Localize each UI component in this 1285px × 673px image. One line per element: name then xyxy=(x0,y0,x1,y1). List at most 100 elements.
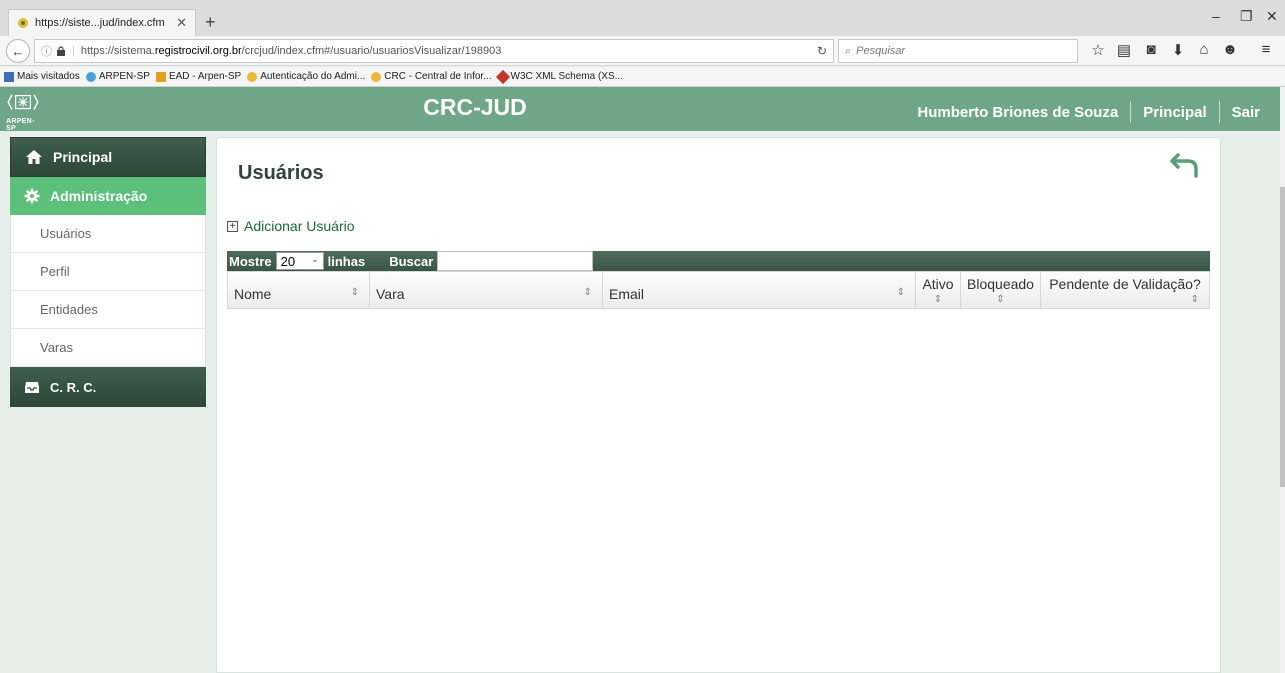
sort-icon: ⇕ xyxy=(996,294,1005,305)
logout-link[interactable]: Sair xyxy=(1232,104,1260,121)
back-arrow-icon[interactable]: ← xyxy=(6,39,30,63)
nav-divider xyxy=(1130,101,1132,123)
home-icon xyxy=(26,150,42,164)
menu-icon[interactable]: ≡ xyxy=(1256,41,1276,58)
page-scrollbar[interactable] xyxy=(1280,87,1285,673)
bookmark-item[interactable]: CRC - Central de Infor... xyxy=(371,71,492,82)
minimize-icon[interactable]: – xyxy=(1212,8,1220,24)
column-label: Pendente de Validação? xyxy=(1049,276,1201,292)
tab-title: https://siste...jud/index.cfm xyxy=(35,17,165,29)
column-header-ativo[interactable]: Ativo ⇕ xyxy=(916,272,961,308)
column-label: Email xyxy=(609,286,645,302)
column-header-nome[interactable]: Nome ⇕ xyxy=(228,272,370,308)
column-label: Vara xyxy=(376,286,405,302)
url-text: https://sistema.registrocivil.org.br/crc… xyxy=(80,45,502,57)
close-window-icon[interactable]: ✕ xyxy=(1266,8,1278,25)
info-icon[interactable]: ⓘ xyxy=(41,43,52,59)
app-header: ARPEN-SP CRC-JUD Humberto Briones de Sou… xyxy=(0,87,1280,132)
bookmark-item[interactable]: Mais visitados xyxy=(4,71,80,82)
chevron-down-icon: ⌄ xyxy=(311,254,319,264)
bookmark-item[interactable]: W3C XML Schema (XS... xyxy=(495,69,623,84)
app-title: CRC-JUD xyxy=(423,94,527,120)
column-label: Ativo xyxy=(922,276,954,292)
sidebar-item-administracao[interactable]: Administração xyxy=(10,177,206,215)
bookmarks-bar: Mais visitados ARPEN-SP EAD - Arpen-SP A… xyxy=(0,67,1285,87)
pocket-icon[interactable]: ◙ xyxy=(1141,41,1161,58)
sort-icon: ⇕ xyxy=(896,287,905,298)
gear-icon xyxy=(24,188,40,204)
column-header-bloqueado[interactable]: Bloqueado ⇕ xyxy=(961,272,1041,308)
column-label: Bloqueado xyxy=(967,276,1034,292)
add-user-label: Adicionar Usuário xyxy=(244,218,355,234)
arpen-logo[interactable]: ARPEN-SP xyxy=(6,91,42,132)
home-link[interactable]: Principal xyxy=(1143,104,1206,121)
sort-icon: ⇕ xyxy=(933,294,943,305)
bookmark-item[interactable]: ARPEN-SP xyxy=(85,71,150,82)
table-header: Nome ⇕ Vara ⇕ Email ⇕ Ativo ⇕ Bloqueado … xyxy=(227,271,1210,309)
bookmark-item[interactable]: EAD - Arpen-SP xyxy=(155,71,241,82)
chat-icon[interactable]: ☻ xyxy=(1220,41,1240,58)
sidebar-item-perfil[interactable]: Perfil xyxy=(10,253,206,291)
bookmark-icon xyxy=(4,71,14,82)
arpen-emblem-icon xyxy=(7,94,39,110)
main-panel: Usuários + Adicionar Usuário Mostre 20 ⌄… xyxy=(216,137,1221,673)
close-tab-icon[interactable]: ✕ xyxy=(176,15,187,31)
search-label: Buscar xyxy=(389,253,434,269)
url-separator: | xyxy=(72,45,75,57)
logo-text: ARPEN-SP xyxy=(6,118,35,132)
new-tab-icon[interactable]: + xyxy=(205,12,216,32)
restore-icon[interactable]: ❐ xyxy=(1240,8,1253,25)
sidebar-item-label: Administração xyxy=(50,188,148,204)
site-favicon xyxy=(18,18,28,28)
search-placeholder: Pesquisar xyxy=(856,45,906,57)
inbox-icon xyxy=(25,382,39,393)
table-search-input[interactable] xyxy=(437,251,594,271)
home-icon[interactable]: ⌂ xyxy=(1194,41,1214,58)
add-user-button[interactable]: + Adicionar Usuário xyxy=(227,218,355,234)
browser-tab-bar: https://siste...jud/index.cfm ✕ + – ❐ ✕ xyxy=(0,0,1285,36)
sidebar-item-varas[interactable]: Varas xyxy=(10,329,206,367)
rows-label: linhas xyxy=(327,253,366,269)
table-toolbar: Mostre 20 ⌄ linhas Buscar xyxy=(227,251,1210,271)
user-nav: Humberto Briones de Souza Principal Sair xyxy=(917,101,1260,123)
user-name-link[interactable]: Humberto Briones de Souza xyxy=(917,104,1118,121)
column-header-vara[interactable]: Vara ⇕ xyxy=(370,272,603,308)
sidebar-item-crc[interactable]: C. R. C. xyxy=(10,367,206,407)
bookmark-icon xyxy=(495,69,510,84)
scrollbar-thumb[interactable] xyxy=(1280,187,1285,487)
browser-tab[interactable]: https://siste...jud/index.cfm ✕ xyxy=(8,9,196,36)
column-label: Nome xyxy=(234,286,272,302)
bookmark-icon xyxy=(371,71,382,82)
sidebar-item-entidades[interactable]: Entidades xyxy=(10,291,206,329)
bookmark-item[interactable]: Autenticação do Admi... xyxy=(247,71,365,82)
sidebar-item-label: C. R. C. xyxy=(50,379,97,395)
address-bar[interactable]: ⓘ | https://sistema.registrocivil.org.br… xyxy=(34,39,834,63)
sort-icon: ⇕ xyxy=(350,287,359,298)
browser-nav-bar: ← ⓘ | https://sistema.registrocivil.org.… xyxy=(0,36,1285,66)
bookmark-icon xyxy=(155,71,166,82)
bookmark-icon xyxy=(85,71,96,82)
sidebar-item-principal[interactable]: Principal xyxy=(10,137,206,177)
plus-square-icon: + xyxy=(227,220,238,232)
sort-icon: ⇕ xyxy=(1190,294,1199,305)
sidebar: Principal Administração Usuários Perfil … xyxy=(10,137,206,407)
reload-icon[interactable]: ↻ xyxy=(817,44,827,58)
nav-divider xyxy=(1218,101,1220,123)
rows-per-page-select[interactable]: 20 ⌄ xyxy=(275,252,324,270)
bookmark-star-icon[interactable]: ☆ xyxy=(1088,41,1108,59)
show-label: Mostre xyxy=(229,253,272,269)
rows-per-page-value: 20 xyxy=(280,253,296,269)
table-controls: Mostre 20 ⌄ linhas Buscar xyxy=(227,251,594,271)
page-title: Usuários xyxy=(238,162,324,184)
reading-list-icon[interactable]: ▤ xyxy=(1114,41,1134,59)
search-icon: ⌕ xyxy=(845,44,852,57)
sidebar-item-label: Principal xyxy=(53,149,113,165)
back-return-icon[interactable] xyxy=(1168,146,1202,180)
sidebar-item-usuarios[interactable]: Usuários xyxy=(10,215,206,253)
download-icon[interactable]: ⬇ xyxy=(1168,41,1188,59)
column-header-pendente[interactable]: Pendente de Validação? ⇕ xyxy=(1041,272,1209,308)
search-box[interactable]: ⌕ Pesquisar xyxy=(838,39,1078,63)
column-header-email[interactable]: Email ⇕ xyxy=(603,272,916,308)
bookmark-icon xyxy=(247,71,258,82)
lock-icon xyxy=(57,46,65,56)
